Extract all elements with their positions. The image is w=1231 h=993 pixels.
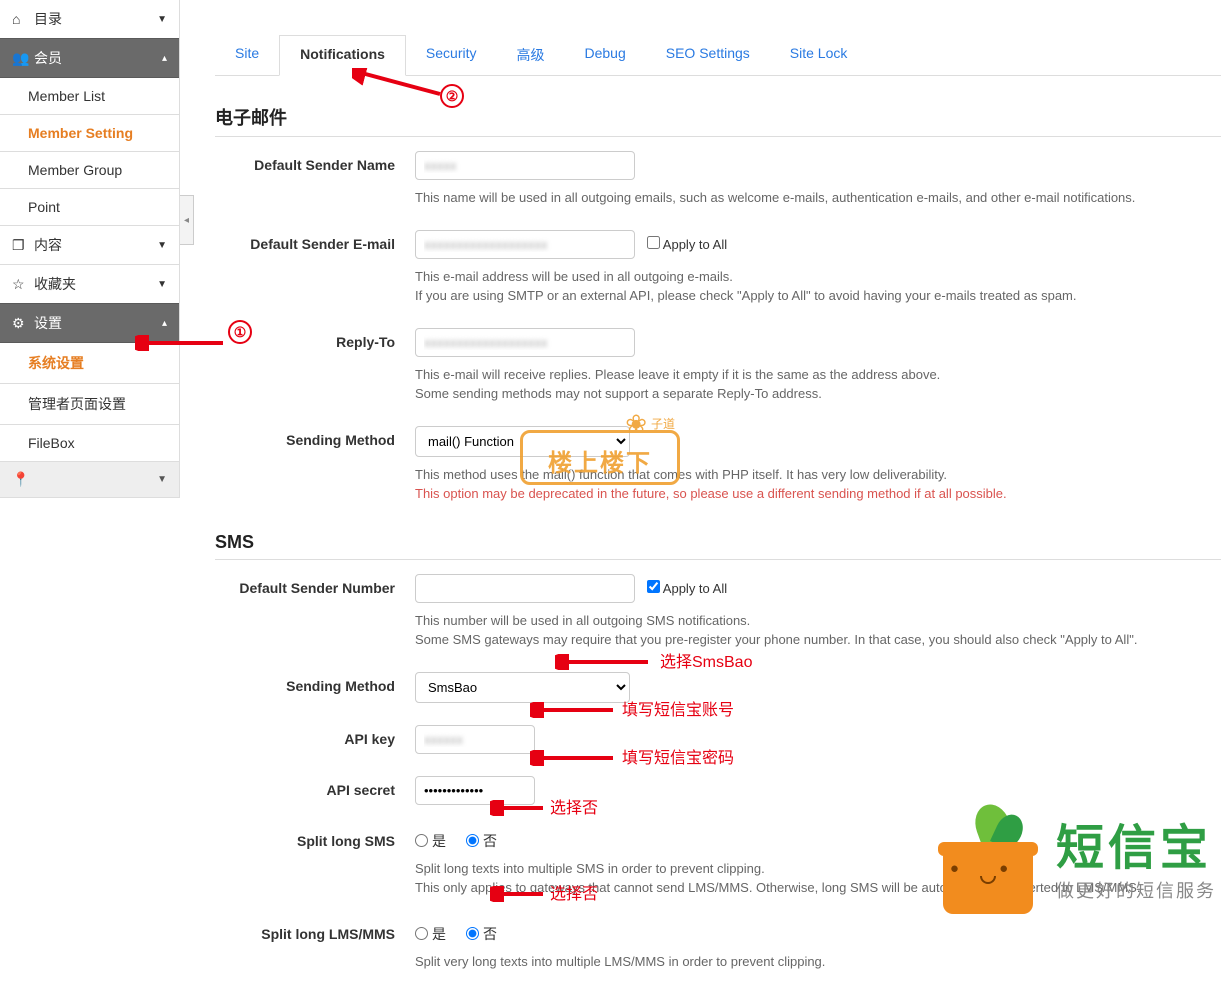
help-split-sms: Split long texts into multiple SMS in or… (415, 859, 1221, 898)
select-email-method[interactable]: mail() Function (415, 426, 630, 457)
input-api-secret[interactable] (415, 776, 535, 805)
sidebar-item-member-setting[interactable]: Member Setting (0, 115, 179, 152)
tab-site[interactable]: Site (215, 35, 279, 75)
tab-notifications[interactable]: Notifications (279, 35, 406, 76)
label-reply-to: Reply-To (215, 328, 415, 404)
tab-advanced[interactable]: 高级 (496, 35, 564, 75)
radio-split-sms-yes[interactable]: 是 (415, 831, 446, 851)
label-email-method: Sending Method (215, 426, 415, 504)
label-sender-number: Default Sender Number (215, 574, 415, 650)
chevron-up-icon: ▴ (162, 53, 167, 64)
radio-split-lms-yes[interactable]: 是 (415, 924, 446, 944)
help-sender-email: This e-mail address will be used in all … (415, 267, 1221, 306)
tab-debug[interactable]: Debug (564, 35, 645, 75)
row-email-method: Sending Method mail() Function This meth… (215, 426, 1221, 504)
home-icon: ⌂ (12, 11, 26, 27)
chevron-down-icon: ▼ (157, 279, 167, 290)
chevron-up-icon: ▴ (162, 318, 167, 329)
input-reply-to[interactable] (415, 328, 635, 357)
sidebar-item-filebox[interactable]: FileBox (0, 425, 179, 462)
main-content: Site Notifications Security 高级 Debug SEO… (215, 0, 1231, 993)
row-sender-number: Default Sender Number Apply to All This … (215, 574, 1221, 650)
chevron-down-icon: ▼ (157, 14, 167, 25)
sidebar-member[interactable]: 👥会员▴ (0, 38, 179, 78)
pin-icon: 📍 (12, 471, 26, 488)
sidebar-item-member-list[interactable]: Member List (0, 78, 179, 115)
checkbox-sms-apply-all[interactable]: Apply to All (647, 581, 727, 596)
label-sender-name: Default Sender Name (215, 151, 415, 208)
section-sms-heading: SMS (215, 532, 1221, 560)
row-split-sms: Split long SMS 是 否 Split long texts into… (215, 827, 1221, 898)
input-sender-number[interactable] (415, 574, 635, 603)
label-api-key: API key (215, 725, 415, 754)
tabs: Site Notifications Security 高级 Debug SEO… (215, 35, 1221, 76)
sidebar-settings[interactable]: ⚙设置▴ (0, 303, 179, 343)
sidebar-item-point[interactable]: Point (0, 189, 179, 226)
help-reply-to: This e-mail will receive replies. Please… (415, 365, 1221, 404)
users-icon: 👥 (12, 50, 26, 67)
select-sms-method[interactable]: SmsBao (415, 672, 630, 703)
chevron-down-icon: ▼ (157, 474, 167, 485)
help-sender-name: This name will be used in all outgoing e… (415, 188, 1221, 208)
row-api-key: API key (215, 725, 1221, 754)
row-sender-name: Default Sender Name This name will be us… (215, 151, 1221, 208)
radio-split-sms-no[interactable]: 否 (466, 831, 497, 851)
radio-split-lms-no[interactable]: 否 (466, 924, 497, 944)
row-api-secret: API secret (215, 776, 1221, 805)
label-split-sms: Split long SMS (215, 827, 415, 898)
star-icon: ☆ (12, 276, 26, 293)
sidebar-directory[interactable]: ⌂目录▼ (0, 0, 179, 39)
label-sms-method: Sending Method (215, 672, 415, 703)
help-sender-number: This number will be used in all outgoing… (415, 611, 1221, 650)
label-sender-email: Default Sender E-mail (215, 230, 415, 306)
checkbox-email-apply-all[interactable]: Apply to All (647, 237, 727, 252)
sidebar-content[interactable]: ❐内容▼ (0, 225, 179, 265)
label-api-secret: API secret (215, 776, 415, 805)
help-email-method: This method uses the mail() function tha… (415, 465, 1221, 504)
sidebar: ⌂目录▼ 👥会员▴ Member List Member Setting Mem… (0, 0, 180, 498)
row-reply-to: Reply-To This e-mail will receive replie… (215, 328, 1221, 404)
tab-seo-settings[interactable]: SEO Settings (646, 35, 770, 75)
input-sender-name[interactable] (415, 151, 635, 180)
sidebar-favorite[interactable]: ☆收藏夹▼ (0, 264, 179, 304)
label-split-lms: Split long LMS/MMS (215, 920, 415, 972)
input-sender-email[interactable] (415, 230, 635, 259)
sidebar-item-admin-page-settings[interactable]: 管理者页面设置 (0, 384, 179, 425)
section-email-heading: 电子邮件 (215, 104, 1221, 137)
tab-security[interactable]: Security (406, 35, 497, 75)
sidebar-collapse-handle[interactable]: ◂ (180, 195, 194, 245)
chevron-down-icon: ▼ (157, 240, 167, 251)
input-api-key[interactable] (415, 725, 535, 754)
row-sms-method: Sending Method SmsBao (215, 672, 1221, 703)
sidebar-location[interactable]: 📍▼ (0, 461, 179, 498)
help-split-lms: Split very long texts into multiple LMS/… (415, 952, 1221, 972)
row-sender-email: Default Sender E-mail Apply to All This … (215, 230, 1221, 306)
row-split-lms: Split long LMS/MMS 是 否 Split very long t… (215, 920, 1221, 972)
tab-site-lock[interactable]: Site Lock (770, 35, 868, 75)
sidebar-item-member-group[interactable]: Member Group (0, 152, 179, 189)
copy-icon: ❐ (12, 237, 26, 254)
gear-icon: ⚙ (12, 315, 26, 332)
sidebar-item-system-settings[interactable]: 系统设置 (0, 343, 179, 384)
